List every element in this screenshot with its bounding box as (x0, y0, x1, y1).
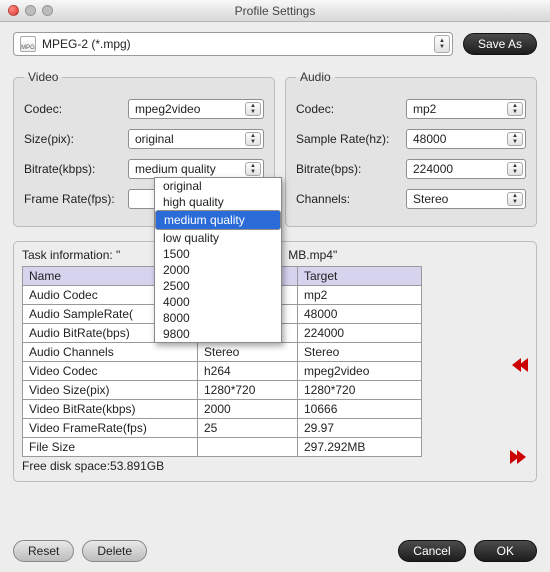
table-cell: mpeg2video (298, 362, 422, 381)
content-area: MPG MPEG-2 (*.mpg) ▲▼ Save As Video Code… (0, 22, 550, 494)
table-cell: Video BitRate(kbps) (23, 400, 198, 419)
bitrate-option[interactable]: 2000 (155, 262, 281, 278)
audio-bitrate-label: Bitrate(bps): (296, 162, 406, 176)
video-codec-label: Codec: (24, 102, 128, 116)
table-cell (198, 438, 298, 457)
save-as-button[interactable]: Save As (463, 33, 537, 55)
table-cell: File Size (23, 438, 198, 457)
audio-legend: Audio (296, 70, 335, 84)
bitrate-option[interactable]: original (155, 178, 281, 194)
reset-button[interactable]: Reset (13, 540, 74, 562)
audio-channels-value: Stereo (413, 192, 448, 206)
video-size-value: original (135, 132, 174, 146)
stepper-arrows-icon[interactable]: ▲▼ (507, 132, 523, 146)
video-codec-select[interactable]: mpeg2video ▲▼ (128, 99, 264, 119)
stepper-arrows-icon[interactable]: ▲▼ (245, 102, 261, 116)
table-cell: 29.97 (298, 419, 422, 438)
stepper-arrows-icon[interactable]: ▲▼ (245, 132, 261, 146)
bitrate-option[interactable]: low quality (155, 230, 281, 246)
bitrate-option[interactable]: 8000 (155, 310, 281, 326)
table-cell: 1280*720 (198, 381, 298, 400)
col-target-header: Target (298, 267, 422, 286)
mpg-file-icon: MPG (20, 36, 36, 52)
top-row: MPG MPEG-2 (*.mpg) ▲▼ Save As (13, 32, 537, 56)
titlebar: Profile Settings (0, 0, 550, 22)
video-legend: Video (24, 70, 62, 84)
table-cell: Video Codec (23, 362, 198, 381)
audio-bitrate-select[interactable]: 224000 ▲▼ (406, 159, 526, 179)
video-size-select[interactable]: original ▲▼ (128, 129, 264, 149)
bitrate-option[interactable]: 2500 (155, 278, 281, 294)
audio-codec-select[interactable]: mp2 ▲▼ (406, 99, 526, 119)
audio-samplerate-value: 48000 (413, 132, 446, 146)
bitrate-option[interactable]: 9800 (155, 326, 281, 342)
table-cell: 48000 (298, 305, 422, 324)
table-row: File Size 297.292MB (23, 438, 422, 457)
table-cell: Video FrameRate(fps) (23, 419, 198, 438)
stepper-arrows-icon[interactable]: ▲▼ (245, 162, 261, 176)
audio-codec-value: mp2 (413, 102, 436, 116)
forward-icon (517, 450, 526, 464)
video-bitrate-label: Bitrate(kbps): (24, 162, 128, 176)
table-cell: Stereo (298, 343, 422, 362)
ok-button[interactable]: OK (474, 540, 537, 562)
table-cell: h264 (198, 362, 298, 381)
audio-samplerate-select[interactable]: 48000 ▲▼ (406, 129, 526, 149)
video-bitrate-dropdown[interactable]: original high quality medium quality low… (154, 177, 282, 343)
table-cell: 224000 (298, 324, 422, 343)
bitrate-option-selected[interactable]: medium quality (155, 210, 281, 230)
profile-select-label: MPEG-2 (*.mpg) (42, 37, 131, 51)
bitrate-option[interactable]: 4000 (155, 294, 281, 310)
window-title: Profile Settings (0, 4, 550, 18)
cancel-button[interactable]: Cancel (398, 540, 465, 562)
video-codec-value: mpeg2video (135, 102, 200, 116)
bitrate-option[interactable]: high quality (155, 194, 281, 210)
next-task-button[interactable] (512, 450, 538, 464)
audio-samplerate-label: Sample Rate(hz): (296, 132, 406, 146)
table-cell: 10666 (298, 400, 422, 419)
table-cell: 297.292MB (298, 438, 422, 457)
table-row: Audio ChannelsStereoStereo (23, 343, 422, 362)
table-cell: Audio Channels (23, 343, 198, 362)
audio-channels-select[interactable]: Stereo ▲▼ (406, 189, 526, 209)
stepper-arrows-icon[interactable]: ▲▼ (507, 192, 523, 206)
audio-group: Audio Codec: mp2 ▲▼ Sample Rate(hz): 480… (285, 70, 537, 227)
video-size-label: Size(pix): (24, 132, 128, 146)
video-framerate-label: Frame Rate(fps): (24, 192, 128, 206)
audio-codec-label: Codec: (296, 102, 406, 116)
audio-channels-label: Channels: (296, 192, 406, 206)
stepper-arrows-icon[interactable]: ▲▼ (507, 162, 523, 176)
stepper-arrows-icon[interactable]: ▲▼ (507, 102, 523, 116)
table-row: Video BitRate(kbps)200010666 (23, 400, 422, 419)
task-title-prefix: Task information: " (22, 248, 120, 262)
table-cell: 1280*720 (298, 381, 422, 400)
free-disk-label: Free disk space: (22, 459, 110, 473)
table-cell: Stereo (198, 343, 298, 362)
task-title-suffix: MB.mp4" (288, 248, 337, 262)
video-bitrate-value: medium quality (135, 162, 216, 176)
delete-button[interactable]: Delete (82, 540, 147, 562)
profile-select[interactable]: MPG MPEG-2 (*.mpg) ▲▼ (13, 32, 453, 56)
video-bitrate-select[interactable]: medium quality ▲▼ (128, 159, 264, 179)
table-cell: mp2 (298, 286, 422, 305)
table-row: Video Codech264mpeg2video (23, 362, 422, 381)
table-cell: Video Size(pix) (23, 381, 198, 400)
bottom-bar: Reset Delete Cancel OK (0, 530, 550, 572)
prev-task-button[interactable] (512, 358, 538, 372)
table-cell: 2000 (198, 400, 298, 419)
audio-bitrate-value: 224000 (413, 162, 453, 176)
rewind-icon (519, 358, 528, 372)
free-disk-line: Free disk space:53.891GB (22, 459, 528, 473)
bitrate-option[interactable]: 1500 (155, 246, 281, 262)
table-cell: 25 (198, 419, 298, 438)
table-row: Video FrameRate(fps)2529.97 (23, 419, 422, 438)
stepper-arrows-icon[interactable]: ▲▼ (434, 35, 450, 53)
free-disk-value: 53.891GB (110, 459, 164, 473)
table-row: Video Size(pix)1280*7201280*720 (23, 381, 422, 400)
